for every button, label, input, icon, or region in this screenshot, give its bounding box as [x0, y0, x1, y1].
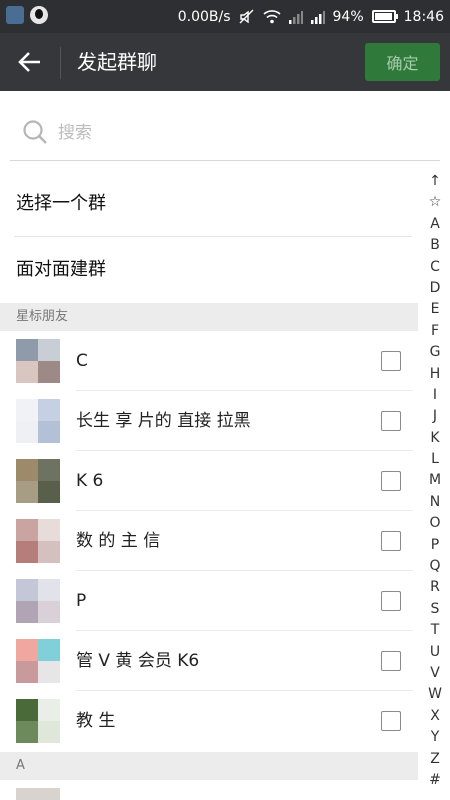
select-checkbox[interactable]	[381, 471, 401, 491]
signal-2-icon	[310, 10, 325, 24]
select-checkbox[interactable]	[381, 711, 401, 731]
index-letter[interactable]: U	[424, 642, 446, 663]
section-header-starred: 星标朋友	[0, 303, 418, 331]
contact-name: P	[76, 591, 87, 611]
contact-name: 数 的 主 信	[76, 531, 161, 551]
contact-name: 教 生	[76, 711, 116, 731]
index-letter[interactable]: ↑	[424, 171, 446, 192]
contact-row[interactable]: 管 V 黄 会员 K6	[0, 631, 418, 691]
contact-row[interactable]: C	[0, 331, 418, 391]
index-letter[interactable]: W	[424, 684, 446, 705]
search-icon	[23, 120, 47, 144]
face-to-face-group-label: 面对面建群	[16, 259, 106, 280]
network-speed: 0.00B/s	[177, 8, 231, 25]
back-arrow-icon	[18, 52, 40, 72]
index-letter[interactable]: T	[424, 620, 446, 641]
index-letter[interactable]: Y	[424, 727, 446, 748]
index-letter[interactable]: L	[424, 449, 446, 470]
status-bar: 0.00B/s 94% 18:46	[0, 0, 450, 33]
index-letter[interactable]: H	[424, 364, 446, 385]
contact-avatar	[16, 519, 60, 563]
index-letter[interactable]: K	[424, 428, 446, 449]
contact-name: C	[76, 351, 88, 371]
notification-icons	[6, 6, 48, 24]
contact-name: 管 V 黄 会员 K6	[76, 651, 200, 671]
select-checkbox[interactable]	[381, 591, 401, 611]
section-header-label: A	[16, 758, 25, 773]
index-letter[interactable]: F	[424, 321, 446, 342]
index-letter[interactable]: R	[424, 577, 446, 598]
alphabet-index[interactable]: ↑ ☆ A B C D E F G H I J K L M N O P Q R S T U V W X Y Z #	[424, 171, 446, 791]
select-group-label: 选择一个群	[16, 193, 106, 214]
confirm-button[interactable]: 确定	[365, 43, 440, 81]
contact-name: K 6	[76, 471, 104, 491]
index-letter[interactable]: Q	[424, 556, 446, 577]
back-button[interactable]	[12, 47, 48, 77]
index-letter[interactable]: J	[424, 406, 446, 427]
contact-row[interactable]: 教 生	[0, 691, 418, 751]
select-group-option[interactable]: 选择一个群	[0, 171, 415, 237]
index-letter[interactable]: D	[424, 278, 446, 299]
contact-avatar	[16, 639, 60, 683]
signal-1-icon	[288, 10, 303, 24]
index-letter[interactable]: M	[424, 470, 446, 491]
contact-avatar	[16, 699, 60, 743]
select-checkbox[interactable]	[381, 531, 401, 551]
wifi-icon	[262, 9, 281, 23]
title-divider	[60, 47, 61, 79]
index-letter[interactable]: P	[424, 535, 446, 556]
qq-app-icon	[30, 6, 48, 24]
contact-row[interactable]: 数 的 主 信	[0, 511, 418, 571]
mute-icon	[239, 9, 254, 23]
index-letter[interactable]: E	[424, 299, 446, 320]
index-letter[interactable]: X	[424, 706, 446, 727]
face-to-face-group-option[interactable]: 面对面建群	[0, 237, 415, 303]
search-bar	[10, 103, 440, 161]
contact-avatar	[16, 788, 60, 800]
index-letter[interactable]: A	[424, 214, 446, 235]
index-letter[interactable]: C	[424, 257, 446, 278]
select-checkbox[interactable]	[381, 351, 401, 371]
section-header-label: 星标朋友	[16, 309, 69, 324]
contact-avatar	[16, 459, 60, 503]
contact-avatar	[16, 399, 60, 443]
title-bar: 发起群聊 确定	[0, 33, 450, 91]
battery-percent: 94%	[332, 8, 364, 25]
index-letter[interactable]: O	[424, 513, 446, 534]
index-letter[interactable]: V	[424, 663, 446, 684]
select-checkbox[interactable]	[381, 651, 401, 671]
page-title: 发起群聊	[77, 50, 157, 74]
index-letter[interactable]: B	[424, 235, 446, 256]
index-letter[interactable]: S	[424, 599, 446, 620]
section-header-a: A	[0, 752, 418, 780]
index-letter[interactable]: I	[424, 385, 446, 406]
contact-row[interactable]	[0, 780, 418, 800]
gallery-app-icon	[6, 6, 24, 24]
clock: 18:46	[403, 8, 444, 25]
contact-row[interactable]: 长生 享 片的 直接 拉黑	[0, 391, 418, 451]
contact-row[interactable]: K 6	[0, 451, 418, 511]
contact-row[interactable]: P	[0, 571, 418, 631]
battery-icon	[371, 10, 398, 23]
index-letter[interactable]: #	[424, 770, 446, 791]
index-letter[interactable]: G	[424, 342, 446, 363]
contact-avatar	[16, 339, 60, 383]
index-letter[interactable]: ☆	[424, 192, 446, 213]
contact-avatar	[16, 579, 60, 623]
index-letter[interactable]: Z	[424, 749, 446, 770]
search-input[interactable]	[58, 115, 418, 151]
contact-name: 长生 享 片的 直接 拉黑	[76, 411, 251, 431]
index-letter[interactable]: N	[424, 492, 446, 513]
select-checkbox[interactable]	[381, 411, 401, 431]
